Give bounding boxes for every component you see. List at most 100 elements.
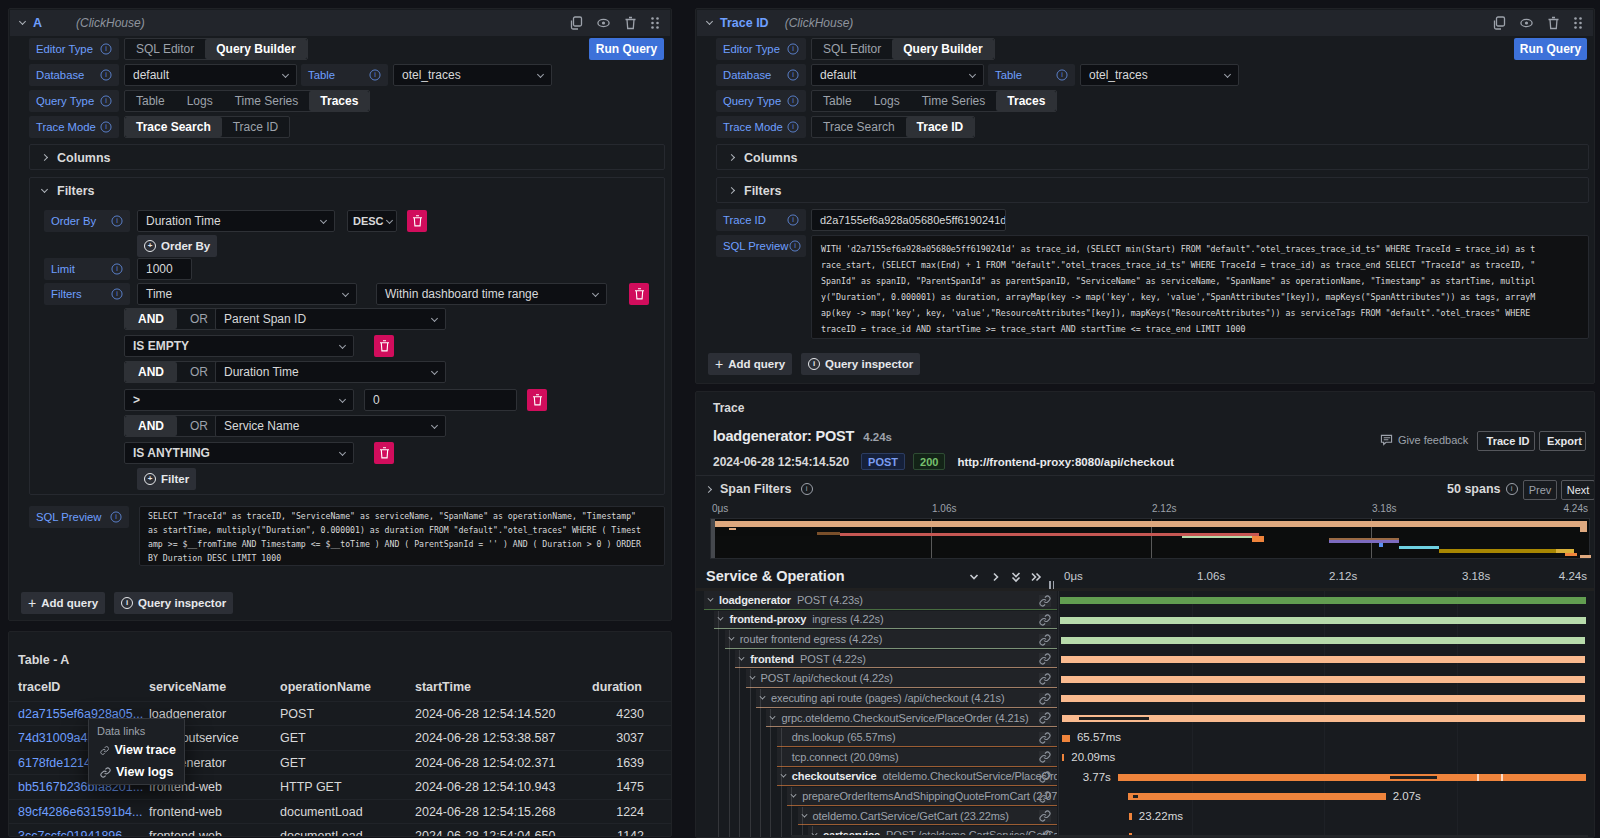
filters-section-header[interactable]: Filters [30,178,664,203]
and-option[interactable]: AND [125,416,177,436]
span-link-icon[interactable] [1039,732,1051,744]
span-row[interactable]: dns.lookup (65.57ms)65.57ms [696,728,1594,748]
and-option[interactable]: AND [125,309,177,329]
trace-minimap[interactable] [710,518,1590,559]
filter-field-select[interactable]: Parent Span ID [215,308,446,330]
chevron-down-icon[interactable] [707,595,713,601]
remove-order-by-button[interactable] [407,210,427,232]
columns-section[interactable]: Columns [29,144,665,170]
and-option[interactable]: AND [125,362,177,382]
span-link-icon[interactable] [1039,712,1051,724]
span-link-icon[interactable] [1039,595,1051,607]
chevron-down-icon[interactable] [749,674,755,680]
span-row[interactable]: prepareOrderItemsAndShippingQuoteFromCar… [696,787,1594,807]
span-bar[interactable] [1128,793,1385,800]
collapse-query-icon[interactable] [19,18,26,25]
span-name-cell[interactable]: executing api route (pages) /api/checkou… [756,689,1057,708]
query-type-traces[interactable]: Traces [309,91,369,111]
query-type-time-series[interactable]: Time Series [224,91,310,111]
info-icon[interactable]: i [100,95,111,106]
chevron-down-icon[interactable] [791,791,797,797]
query-type-logs[interactable]: Logs [176,91,224,111]
span-link-icon[interactable] [1039,771,1051,783]
limit-input[interactable]: 1000 [137,258,192,280]
query-type-table[interactable]: Table [125,91,176,111]
hide-query-icon[interactable] [596,16,611,30]
span-link-icon[interactable] [1039,634,1051,646]
info-icon[interactable]: i [100,43,111,54]
span-name-cell[interactable]: grpc.oteldemo.CheckoutService/PlaceOrder… [766,709,1057,728]
give-feedback-button[interactable]: Give feedback [1380,434,1468,446]
info-icon[interactable]: i [801,483,813,495]
query-inspector-button[interactable]: iQuery inspector [114,592,233,614]
collapse-one-icon[interactable] [968,571,980,583]
filter-op-select[interactable]: IS ANYTHING [124,442,354,464]
add-order-by-button[interactable]: +Order By [137,235,217,257]
columns-section[interactable]: Columns [716,144,1589,170]
database-select[interactable]: default [811,64,984,86]
span-name-cell[interactable]: POST /api/checkout (4.22s) [746,669,1057,688]
trace-mode-id[interactable]: Trace ID [222,117,290,137]
info-icon[interactable]: i [100,69,111,80]
span-bar[interactable] [1062,754,1064,761]
expand-all-icon[interactable] [1030,571,1042,583]
chevron-down-icon[interactable] [759,693,765,699]
filter-field-select[interactable]: Service Name [215,415,446,437]
trace-mode-id[interactable]: Trace ID [906,117,975,137]
info-icon[interactable]: i [111,288,122,299]
info-icon[interactable]: i [110,511,121,522]
col-start-time[interactable]: startTime [415,680,471,694]
table-cell-trace-id[interactable]: 89cf4286e631591b4... [18,805,142,819]
span-bar[interactable] [1060,617,1585,624]
drag-handle-icon[interactable] [1573,16,1583,30]
export-button[interactable]: Export [1539,431,1586,451]
filter-field-select[interactable]: Duration Time [215,361,446,383]
remove-filter-button[interactable] [374,335,394,357]
info-icon[interactable]: i [1506,483,1518,495]
span-bar[interactable] [1061,656,1586,663]
chevron-down-icon[interactable] [728,635,734,641]
info-icon[interactable]: i [787,95,798,106]
col-duration[interactable]: duration [592,680,642,694]
span-row[interactable]: loadgeneratorPOST (4.23s) [696,591,1594,611]
remove-filter-button[interactable] [374,442,394,464]
span-link-icon[interactable] [1039,751,1051,763]
view-logs-link[interactable]: View logs [100,765,176,779]
query-type-table[interactable]: Table [812,91,863,111]
col-trace-id[interactable]: traceID [18,680,60,694]
info-icon[interactable]: i [111,215,122,226]
span-link-icon[interactable] [1039,693,1051,705]
chevron-down-icon[interactable] [801,811,807,817]
order-by-dir-select[interactable]: DESC [347,210,397,232]
editor-type-builder[interactable]: Query Builder [205,39,306,59]
filter-time-scope-select[interactable]: Within dashboard time range [376,283,607,305]
span-bar[interactable] [1118,774,1587,781]
info-icon[interactable]: i [789,240,800,251]
span-link-icon[interactable] [1039,653,1051,665]
info-icon[interactable]: i [787,43,798,54]
editor-type-sql[interactable]: SQL Editor [812,39,892,59]
chevron-down-icon[interactable] [739,654,745,660]
prev-button[interactable]: Prev [1523,480,1557,500]
filter-value-input[interactable]: 0 [364,389,517,411]
drag-handle-icon[interactable] [650,16,660,30]
span-name-cell[interactable]: loadgeneratorPOST (4.23s) [704,591,1057,610]
query-header-trace-id[interactable]: Trace ID (ClickHouse) [697,10,1593,36]
span-bar[interactable] [1060,597,1586,604]
collapse-all-icon[interactable] [1010,571,1022,583]
table-select[interactable]: otel_traces [393,64,552,86]
span-link-icon[interactable] [1039,810,1051,822]
span-link-icon[interactable] [1039,791,1051,803]
chevron-down-icon[interactable] [718,615,724,621]
span-name-cell[interactable]: router frontend egress (4.22s) [725,630,1057,649]
trace-id-button[interactable]: Trace ID [1477,431,1535,451]
col-service-name[interactable]: serviceName [149,680,226,694]
span-name-cell[interactable]: prepareOrderItemsAndShippingQuoteFromCar… [787,787,1057,806]
run-query-button[interactable]: Run Query [1514,38,1587,60]
query-type-logs[interactable]: Logs [863,91,911,111]
span-bar[interactable] [1061,695,1585,702]
span-bar[interactable] [1061,637,1586,644]
span-name-cell[interactable]: dns.lookup (65.57ms) [777,728,1057,747]
span-bar[interactable] [1062,735,1070,742]
span-row[interactable]: POST /api/checkout (4.22s) [696,669,1594,689]
